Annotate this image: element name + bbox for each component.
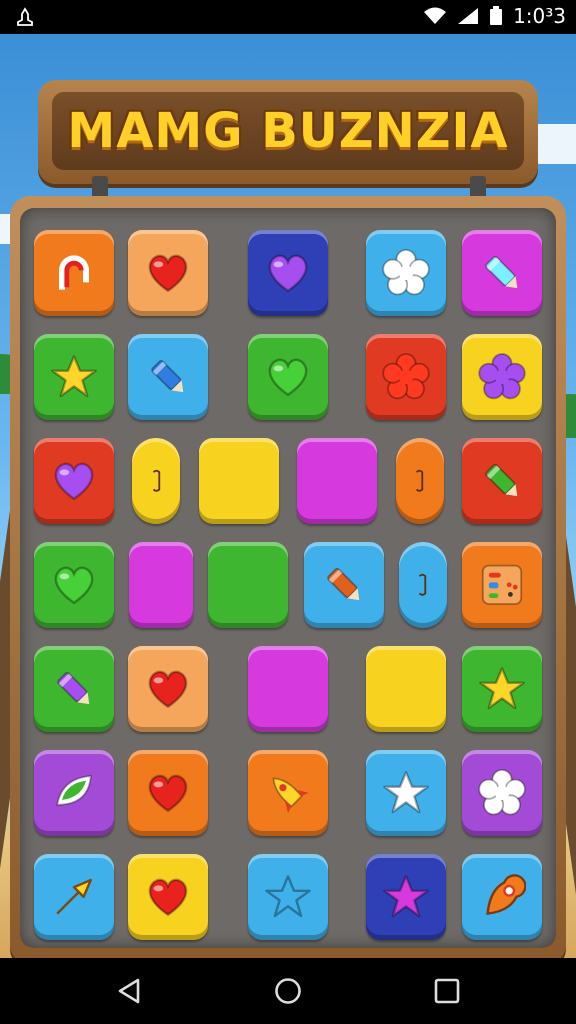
tile-r5c1[interactable]	[34, 646, 114, 732]
tile-r1c3[interactable]	[248, 230, 328, 316]
tile-r5c4[interactable]	[366, 646, 446, 732]
tile-r2c1[interactable]	[34, 334, 114, 420]
capsule-icon	[399, 542, 447, 628]
tile-r1c1[interactable]	[34, 230, 114, 316]
crayon-icon	[34, 646, 114, 732]
tile-r7c1[interactable]	[34, 854, 114, 940]
crayon-icon	[128, 334, 208, 420]
tile-r7c3[interactable]	[248, 854, 328, 940]
heart-icon	[128, 646, 208, 732]
leaf-icon	[34, 750, 114, 836]
wifi-icon	[424, 7, 447, 24]
tile-r6c1[interactable]	[34, 750, 114, 836]
star-icon	[34, 334, 114, 420]
flower-icon	[366, 230, 446, 316]
tile-r7c2[interactable]	[128, 854, 208, 940]
tile-r6c2[interactable]	[128, 750, 208, 836]
navigation-bar	[0, 958, 576, 1024]
capsule-icon	[132, 438, 180, 524]
star-icon	[366, 854, 446, 940]
battery-icon	[490, 6, 503, 25]
heart-icon	[128, 854, 208, 940]
heart-icon	[128, 230, 208, 316]
tile-r2c2[interactable]	[128, 334, 208, 420]
tile-r3c4[interactable]	[297, 438, 378, 524]
tile-r5c3[interactable]	[248, 646, 328, 732]
star-icon	[366, 750, 446, 836]
tile-r1c2[interactable]	[128, 230, 208, 316]
tile-r1c4[interactable]	[366, 230, 446, 316]
tile-r3c6[interactable]	[462, 438, 542, 524]
home-icon[interactable]	[273, 976, 303, 1006]
rocket-icon	[248, 750, 328, 836]
flower-icon	[462, 750, 542, 836]
capsule-icon	[396, 438, 444, 524]
tile-r3c5[interactable]	[395, 438, 444, 524]
crayon-icon	[462, 230, 542, 316]
status-time: 1:0³3	[513, 4, 566, 28]
tile-r4c5[interactable]	[398, 542, 447, 628]
palette-icon	[462, 542, 542, 628]
title-sign-panel: MAMG BUZNZIA	[52, 92, 524, 170]
game-board	[20, 208, 556, 948]
tile-r3c2[interactable]	[132, 438, 181, 524]
crayon-icon	[462, 438, 542, 524]
crayon-icon	[304, 542, 384, 628]
tile-r5c2[interactable]	[128, 646, 208, 732]
star-icon	[462, 646, 542, 732]
title-sign: MAMG BUZNZIA	[38, 80, 538, 184]
tile-r4c6[interactable]	[462, 542, 542, 628]
heart-icon	[34, 542, 114, 628]
heart-icon	[248, 230, 328, 316]
app-notification-icon	[17, 7, 33, 26]
tile-r4c1[interactable]	[34, 542, 114, 628]
flower-icon	[462, 334, 542, 420]
tile-r2c3[interactable]	[248, 334, 328, 420]
tile-r7c5[interactable]	[462, 854, 542, 940]
flower-icon	[366, 334, 446, 420]
tile-r1c5[interactable]	[462, 230, 542, 316]
tile-r2c5[interactable]	[462, 334, 542, 420]
game-board-frame	[10, 196, 566, 958]
ring-icon	[34, 230, 114, 316]
tile-r6c3[interactable]	[248, 750, 328, 836]
tile-r4c3[interactable]	[208, 542, 289, 628]
status-bar: 1:0³3	[0, 0, 576, 34]
tile-r3c3[interactable]	[198, 438, 279, 524]
heart-icon	[128, 750, 208, 836]
star-icon	[248, 854, 328, 940]
arrow-icon	[34, 854, 114, 940]
pin-icon	[462, 854, 542, 940]
recents-icon[interactable]	[432, 976, 462, 1006]
signal-icon	[458, 8, 479, 24]
game-scene: MAMG BUZNZIA	[0, 34, 576, 958]
tile-r2c4[interactable]	[366, 334, 446, 420]
tile-r3c1[interactable]	[34, 438, 114, 524]
tile-r6c5[interactable]	[462, 750, 542, 836]
game-title: MAMG BUZNZIA	[67, 103, 509, 159]
tile-r7c4[interactable]	[366, 854, 446, 940]
heart-icon	[248, 334, 328, 420]
tile-r4c2[interactable]	[129, 542, 194, 628]
back-icon[interactable]	[114, 976, 144, 1006]
tile-r6c4[interactable]	[366, 750, 446, 836]
tile-r4c4[interactable]	[303, 542, 384, 628]
tile-r5c5[interactable]	[462, 646, 542, 732]
heart-icon	[34, 438, 114, 524]
